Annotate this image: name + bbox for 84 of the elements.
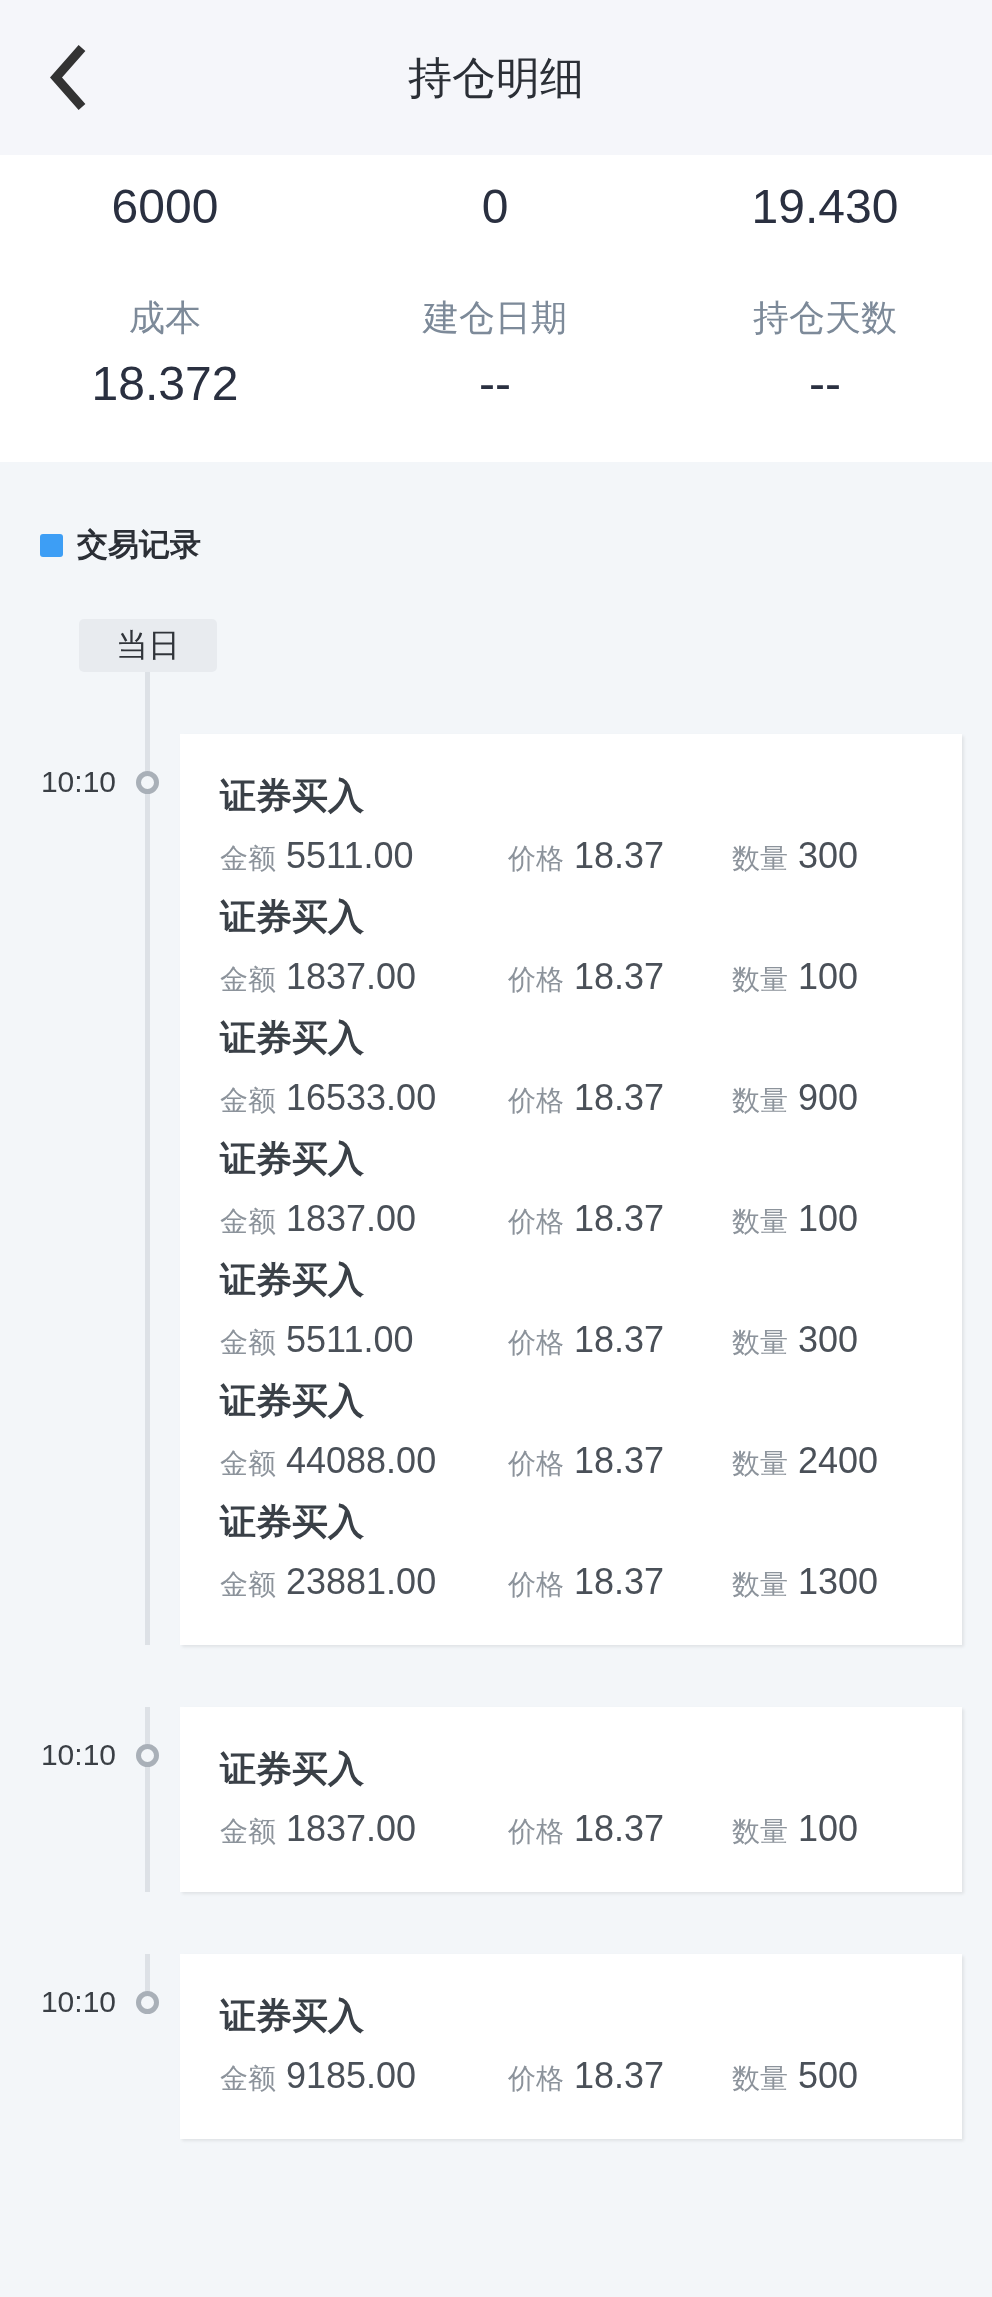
- price-label: 价格: [508, 1447, 564, 1481]
- price-label: 价格: [508, 1205, 564, 1239]
- price-label: 价格: [508, 963, 564, 997]
- stat-value: 0: [481, 179, 509, 235]
- quantity-label: 数量: [732, 2062, 788, 2096]
- price-value: 18.37: [574, 1077, 665, 1119]
- amount-value: 1837.00: [286, 956, 417, 998]
- price-value: 18.37: [574, 956, 665, 998]
- quantity-label: 数量: [732, 1815, 788, 1849]
- amount-value: 5511.00: [286, 1319, 414, 1361]
- trade-type: 证券买入: [220, 1747, 364, 1791]
- amount-label: 金额: [220, 1205, 276, 1239]
- stat-value: --: [809, 356, 841, 412]
- amount-label: 金额: [220, 963, 276, 997]
- quantity-value: 300: [798, 1319, 859, 1361]
- trade-time: 10:10: [40, 764, 116, 800]
- price-label: 价格: [508, 842, 564, 876]
- amount-label: 金额: [220, 1084, 276, 1118]
- price-value: 18.37: [574, 1198, 665, 1240]
- trade-type: 证券买入: [220, 1379, 364, 1423]
- amount-value: 5511.00: [286, 835, 414, 877]
- trade-type: 证券买入: [220, 895, 364, 939]
- trade-type: 证券买入: [220, 1016, 364, 1060]
- amount-label: 金额: [220, 1447, 276, 1481]
- quantity-value: 1300: [798, 1561, 879, 1603]
- chevron-left-icon: [47, 44, 87, 111]
- back-button[interactable]: [47, 44, 87, 111]
- section-marker-icon: [40, 533, 63, 557]
- price-label: 价格: [508, 2062, 564, 2096]
- quantity-label: 数量: [732, 1084, 788, 1118]
- timeline-node-icon: [136, 1743, 159, 1767]
- price-label: 价格: [508, 1815, 564, 1849]
- quantity-value: 100: [798, 956, 859, 998]
- quantity-label: 数量: [732, 1205, 788, 1239]
- price-label: 价格: [508, 1568, 564, 1602]
- trade-type: 证券买入: [220, 1137, 364, 1181]
- trade-time: 10:10: [40, 1984, 116, 2020]
- quantity-label: 数量: [732, 1447, 788, 1481]
- price-label: 价格: [508, 1084, 564, 1118]
- stat-label: 成本: [129, 296, 201, 340]
- amount-label: 金额: [220, 842, 276, 876]
- stat-value: 18.372: [91, 356, 239, 412]
- quantity-value: 2400: [798, 1440, 879, 1482]
- price-value: 18.37: [574, 1808, 665, 1850]
- quantity-label: 数量: [732, 842, 788, 876]
- trade-type: 证券买入: [220, 1994, 364, 2038]
- quantity-value: 100: [798, 1808, 859, 1850]
- quantity-label: 数量: [732, 963, 788, 997]
- amount-value: 1837.00: [286, 1808, 417, 1850]
- quantity-label: 数量: [732, 1326, 788, 1360]
- amount-value: 23881.00: [286, 1561, 437, 1603]
- price-label: 价格: [508, 1326, 564, 1360]
- amount-label: 金额: [220, 1815, 276, 1849]
- quantity-value: 100: [798, 1198, 859, 1240]
- stat-value: 6000: [111, 179, 219, 235]
- trade-type: 证券买入: [220, 1500, 364, 1544]
- quantity-label: 数量: [732, 1568, 788, 1602]
- timeline-node-icon: [136, 770, 159, 794]
- trade-time: 10:10: [40, 1737, 116, 1773]
- quantity-value: 500: [798, 2055, 859, 2097]
- amount-label: 金额: [220, 2062, 276, 2096]
- date-chip: 当日: [79, 619, 217, 672]
- amount-value: 16533.00: [286, 1077, 437, 1119]
- price-value: 18.37: [574, 1440, 665, 1482]
- price-value: 18.37: [574, 835, 665, 877]
- stat-label: 持仓天数: [753, 296, 897, 340]
- trade-type: 证券买入: [220, 774, 364, 818]
- amount-value: 44088.00: [286, 1440, 437, 1482]
- amount-label: 金额: [220, 1568, 276, 1602]
- amount-value: 9185.00: [286, 2055, 417, 2097]
- stat-label: 建仓日期: [423, 296, 567, 340]
- trade-type: 证券买入: [220, 1258, 364, 1302]
- price-value: 18.37: [574, 1561, 665, 1603]
- quantity-value: 300: [798, 835, 859, 877]
- stat-value: 19.430: [751, 179, 899, 235]
- amount-value: 1837.00: [286, 1198, 417, 1240]
- page-title: 持仓明细: [408, 51, 584, 104]
- quantity-value: 900: [798, 1077, 859, 1119]
- amount-label: 金额: [220, 1326, 276, 1360]
- section-title: 交易记录: [77, 526, 201, 564]
- timeline-node-icon: [136, 1990, 159, 2014]
- stat-value: --: [479, 356, 511, 412]
- price-value: 18.37: [574, 1319, 665, 1361]
- price-value: 18.37: [574, 2055, 665, 2097]
